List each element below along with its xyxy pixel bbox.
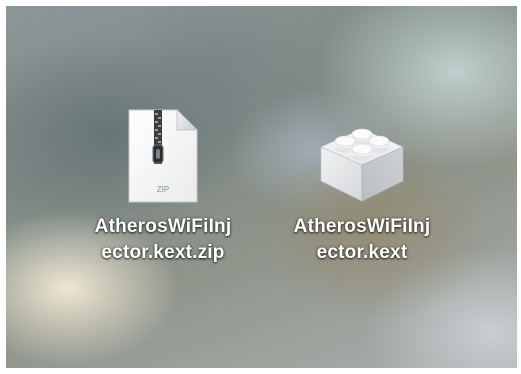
file-name-line-1: AtherosWiFiInj [94,216,232,237]
file-name-label[interactable]: AtherosWiFiInj ector.kext.zip [71,214,255,266]
zip-archive-icon[interactable]: ZIP [111,104,215,208]
file-name-label[interactable]: AtherosWiFiInj ector.kext [270,214,454,266]
file-name-line-2: ector.kext [316,242,408,263]
zip-archive-icon-graphic: ZIP [128,108,199,203]
desktop-item-kext-bundle[interactable]: AtherosWiFiInj ector.kext [270,104,454,266]
desktop-background[interactable]: ZIP AtherosWiFiInj ector.kext.zip Athero… [6,6,517,368]
kext-bundle-icon[interactable] [310,104,414,208]
zip-badge-text: ZIP [157,185,169,194]
file-name-line-1: AtherosWiFiInj [293,216,431,237]
file-name-line-2: ector.kext.zip [101,242,225,263]
desktop-item-zip-file[interactable]: ZIP AtherosWiFiInj ector.kext.zip [71,104,255,266]
screenshot-frame: ZIP AtherosWiFiInj ector.kext.zip Athero… [0,0,521,374]
lego-brick-icon [320,128,404,202]
